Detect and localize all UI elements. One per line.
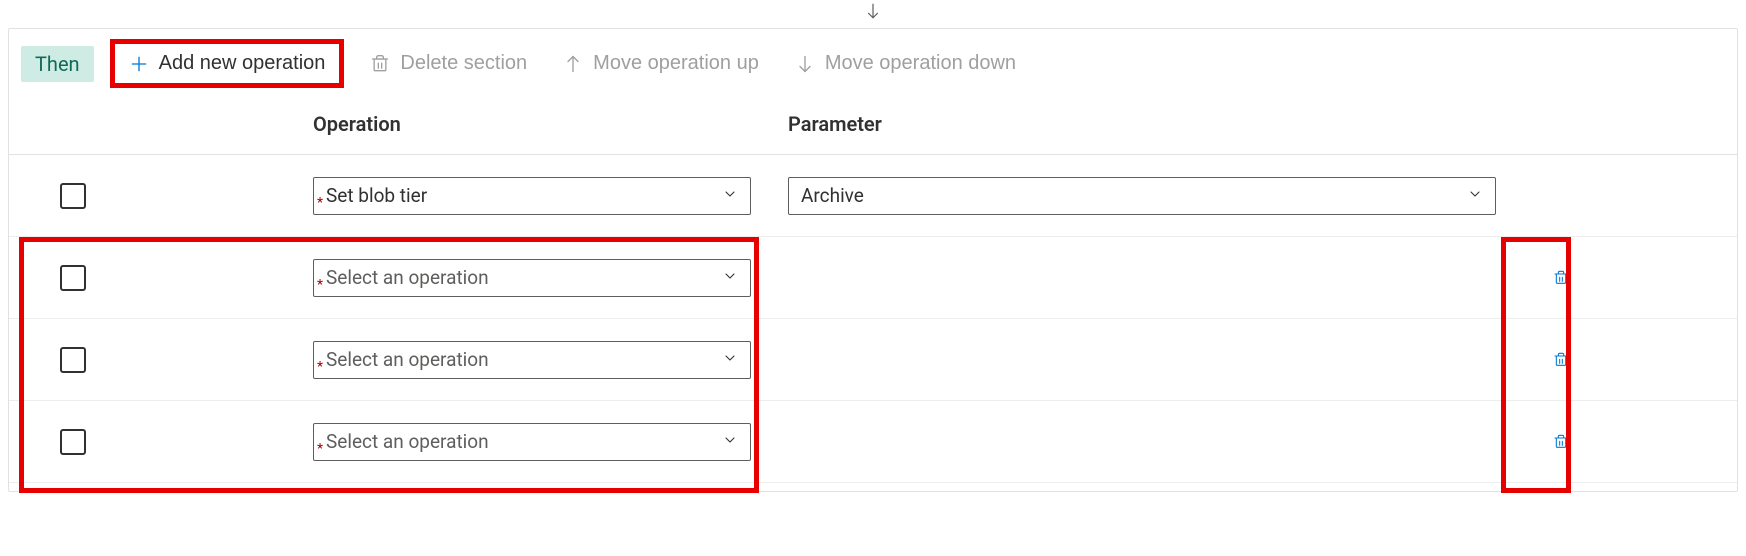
then-badge: Then: [21, 46, 94, 82]
move-operation-down-button[interactable]: Move operation down: [785, 46, 1026, 81]
delete-section-button[interactable]: Delete section: [360, 46, 537, 81]
table-body: Set blob tier * Archive: [9, 155, 1737, 483]
row-checkbox[interactable]: [60, 429, 86, 455]
table-row: Select an operation *: [9, 237, 1737, 319]
row-checkbox[interactable]: [60, 347, 86, 373]
move-operation-up-button[interactable]: Move operation up: [553, 46, 769, 81]
operation-select-value: Select an operation: [326, 348, 489, 371]
table-row: Select an operation *: [9, 401, 1737, 483]
operation-select-value: Set blob tier: [326, 184, 427, 207]
delete-row-button[interactable]: [1547, 428, 1575, 456]
flow-arrow-down-icon: [0, 0, 1746, 28]
add-new-operation-button[interactable]: Add new operation: [119, 46, 336, 81]
operation-select[interactable]: Set blob tier: [313, 177, 751, 215]
header-operation: Operation: [313, 112, 788, 136]
delete-row-button[interactable]: [1547, 264, 1575, 292]
required-indicator: *: [317, 195, 323, 211]
operation-select[interactable]: Select an operation: [313, 423, 751, 461]
annotation-highlight-add-operation: Add new operation: [110, 39, 345, 88]
operation-select-value: Select an operation: [326, 266, 489, 289]
move-operation-down-label: Move operation down: [825, 52, 1016, 75]
required-indicator: *: [317, 277, 323, 293]
then-toolbar: Then Add new operation Delete section Mo…: [9, 29, 1737, 94]
chevron-down-icon: [722, 430, 738, 453]
row-checkbox[interactable]: [60, 265, 86, 291]
parameter-select-value: Archive: [801, 184, 864, 207]
operation-select[interactable]: Select an operation: [313, 259, 751, 297]
move-operation-up-label: Move operation up: [593, 52, 759, 75]
plus-icon: [129, 54, 149, 74]
required-indicator: *: [317, 441, 323, 457]
operations-table: Operation Parameter Set blob tier *: [9, 94, 1737, 483]
chevron-down-icon: [722, 266, 738, 289]
add-new-operation-label: Add new operation: [159, 52, 326, 75]
chevron-down-icon: [1467, 184, 1483, 207]
delete-row-button[interactable]: [1547, 346, 1575, 374]
then-section-panel: Then Add new operation Delete section Mo…: [8, 28, 1738, 492]
trash-icon: [370, 54, 390, 74]
parameter-select[interactable]: Archive: [788, 177, 1496, 215]
table-header-row: Operation Parameter: [9, 94, 1737, 155]
chevron-down-icon: [722, 184, 738, 207]
table-row: Select an operation *: [9, 319, 1737, 401]
chevron-down-icon: [722, 348, 738, 371]
required-indicator: *: [317, 359, 323, 375]
arrow-up-icon: [563, 54, 583, 74]
operation-select[interactable]: Select an operation: [313, 341, 751, 379]
header-parameter: Parameter: [788, 112, 1506, 136]
arrow-down-icon: [795, 54, 815, 74]
table-row: Set blob tier * Archive: [9, 155, 1737, 237]
operation-select-value: Select an operation: [326, 430, 489, 453]
row-checkbox[interactable]: [60, 183, 86, 209]
delete-section-label: Delete section: [400, 52, 527, 75]
